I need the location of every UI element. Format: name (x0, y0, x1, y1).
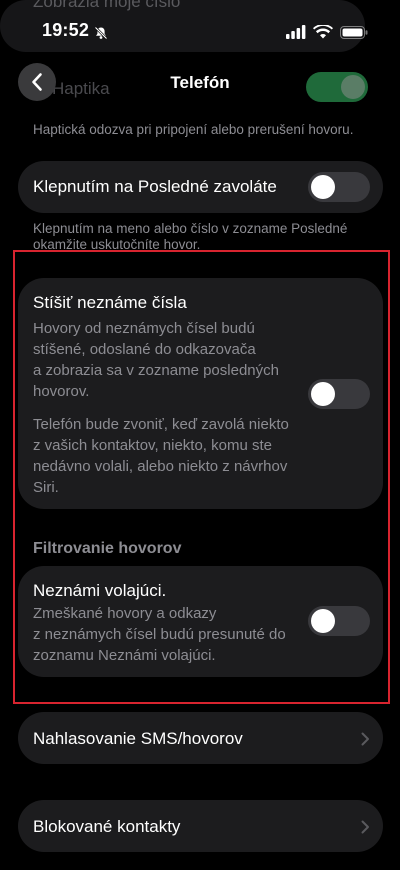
report-sms-calls-label: Nahlasovanie SMS/hovorov (33, 729, 243, 748)
recents-call-toggle[interactable] (308, 172, 370, 202)
faded-top-text: Zobrazia moje číslo (33, 0, 181, 11)
haptics-footnote: Haptická odozva pri pripojení alebo prer… (33, 122, 354, 137)
wifi-icon (313, 25, 333, 39)
recents-call-label: Klepnutím na Posledné zavoláte (33, 177, 277, 196)
chevron-right-icon (361, 820, 369, 834)
battery-icon (340, 26, 368, 39)
blocked-contacts-label: Blokované kontakty (33, 817, 181, 836)
bell-slash-icon (94, 26, 108, 40)
highlight-box (13, 250, 390, 704)
recents-call-footnote-1: Klepnutím na meno alebo číslo v zozname … (33, 221, 348, 236)
cellular-signal-icon (286, 25, 306, 39)
chevron-right-icon (361, 732, 369, 746)
page-title: Telefón (170, 73, 230, 92)
status-time: 19:52 (42, 20, 90, 40)
